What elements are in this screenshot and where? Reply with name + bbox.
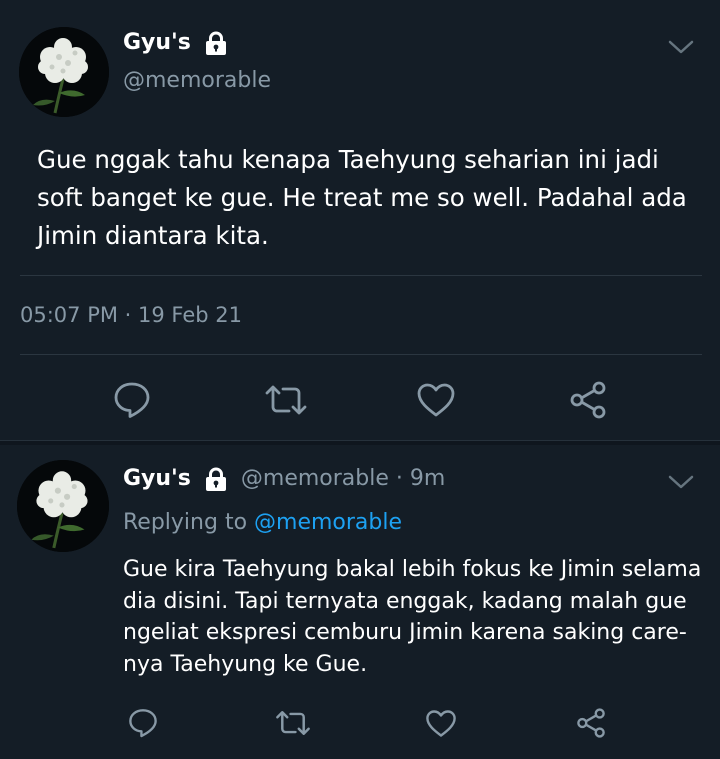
retweet-icon <box>276 711 310 735</box>
divider <box>20 354 702 355</box>
reply-button[interactable] <box>123 704 163 742</box>
like-button[interactable] <box>414 380 458 420</box>
replying-to-link[interactable]: @memorable <box>254 510 402 535</box>
share-icon <box>577 708 605 738</box>
heart-icon <box>417 383 455 417</box>
tweet-timestamp[interactable]: 05:07 PM · 19 Feb 21 <box>20 303 242 327</box>
section-divider <box>0 440 720 445</box>
author-name-line[interactable]: Gyu's @memorable · 9m <box>123 466 445 491</box>
reply-button[interactable] <box>110 380 154 420</box>
chevron-down-icon[interactable] <box>666 472 696 492</box>
tweet-text: Gue nggak tahu kenapa Taehyung seharian … <box>37 145 687 250</box>
reply-text: Gue kira Taehyung bakal lebih fokus ke J… <box>123 557 702 677</box>
retweet-button[interactable] <box>271 704 315 742</box>
share-icon <box>570 381 606 419</box>
avatar[interactable] <box>19 27 109 117</box>
like-button[interactable] <box>421 704 461 742</box>
tweet-detail-page: Gyu's @memorable Gue nggak tahu kenapa T… <box>0 0 720 759</box>
lock-icon <box>203 31 229 55</box>
author-name-line[interactable]: Gyu's <box>123 30 229 55</box>
display-name[interactable]: Gyu's <box>123 30 191 55</box>
share-button[interactable] <box>571 704 611 742</box>
main-tweet: Gyu's @memorable Gue nggak tahu kenapa T… <box>0 0 720 440</box>
author-handle-time[interactable]: @memorable · 9m <box>241 466 445 491</box>
avatar[interactable] <box>17 460 109 552</box>
share-button[interactable] <box>566 380 610 420</box>
reply-icon <box>129 709 157 738</box>
author-handle[interactable]: @memorable <box>123 68 271 93</box>
heart-icon <box>426 709 456 737</box>
lock-icon <box>203 467 229 491</box>
divider <box>20 275 702 276</box>
retweet-button[interactable] <box>262 380 310 420</box>
retweet-icon <box>265 385 307 415</box>
replying-to-line: Replying to @memorable <box>123 510 402 535</box>
replying-to-label: Replying to <box>123 510 255 535</box>
chevron-down-icon[interactable] <box>666 37 696 57</box>
flower-avatar-image <box>17 460 109 552</box>
flower-avatar-image <box>19 27 109 117</box>
reply-icon <box>114 382 150 418</box>
display-name[interactable]: Gyu's <box>123 466 191 491</box>
